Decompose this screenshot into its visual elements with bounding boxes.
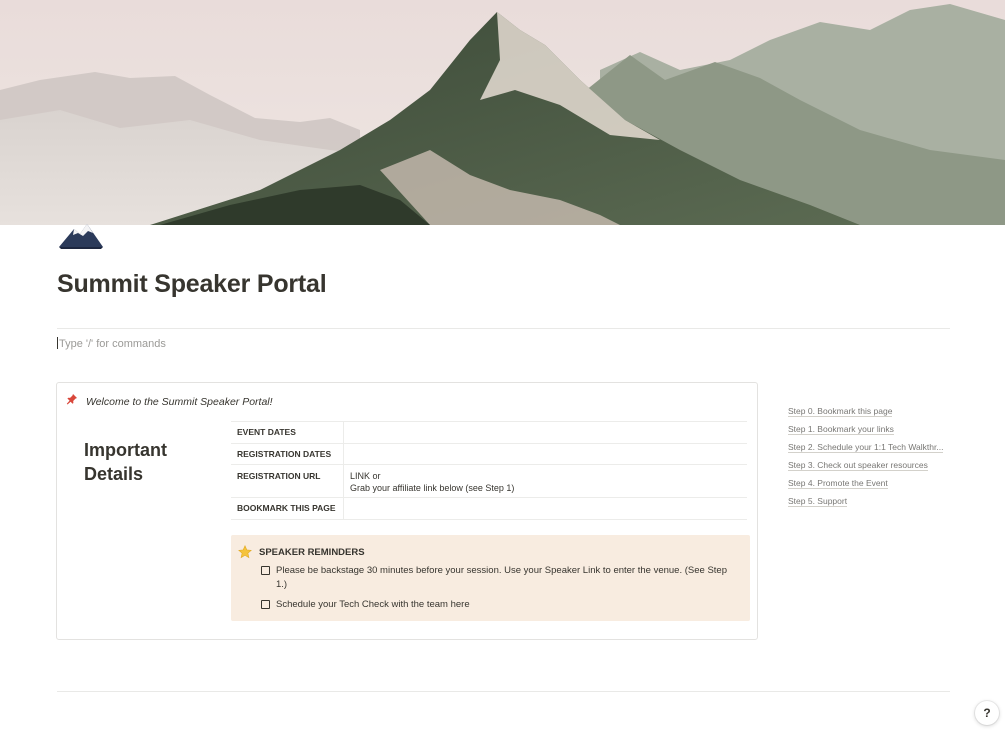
todo-label[interactable]: Schedule your Tech Check with the team h…	[276, 598, 736, 612]
toc-label: Step 1. Bookmark your links	[788, 424, 894, 435]
toc-item-step-1[interactable]: Step 1. Bookmark your links	[788, 423, 958, 441]
table-value[interactable]	[343, 443, 747, 465]
toc-item-step-3[interactable]: Step 3. Check out speaker resources	[788, 459, 958, 477]
table-value[interactable]	[343, 497, 747, 520]
welcome-callout[interactable]: Welcome to the Summit Speaker Portal! Im…	[56, 382, 758, 640]
todo-label[interactable]: Please be backstage 30 minutes before yo…	[276, 564, 736, 592]
table-row[interactable]: BOOKMARK THIS PAGE	[231, 497, 747, 520]
table-row[interactable]: EVENT DATES	[231, 421, 747, 444]
cover-image	[0, 0, 1005, 225]
important-details-heading[interactable]: Important Details	[84, 438, 204, 486]
affiliate-link-note: Grab your affiliate link below (see Step…	[350, 483, 515, 493]
star-icon	[238, 545, 252, 562]
page-title[interactable]: Summit Speaker Portal	[57, 270, 327, 299]
divider	[57, 691, 950, 692]
todo-item[interactable]: Please be backstage 30 minutes before yo…	[261, 564, 736, 592]
table-of-contents: Step 0. Bookmark this page Step 1. Bookm…	[788, 405, 958, 513]
table-key: BOOKMARK THIS PAGE	[231, 497, 344, 520]
todo-item[interactable]: Schedule your Tech Check with the team h…	[261, 598, 736, 612]
placeholder-text: Type '/' for commands	[59, 338, 166, 350]
toc-item-step-0[interactable]: Step 0. Bookmark this page	[788, 405, 958, 423]
table-value[interactable]	[343, 421, 747, 444]
divider	[57, 328, 950, 329]
toc-label: Step 0. Bookmark this page	[788, 406, 893, 417]
checkbox[interactable]	[261, 600, 270, 609]
command-placeholder[interactable]: Type '/' for commands	[57, 337, 166, 350]
welcome-text: Welcome to the Summit Speaker Portal!	[86, 396, 273, 408]
table-key: EVENT DATES	[231, 421, 344, 444]
details-table: EVENT DATES REGISTRATION DATES REGISTRAT…	[231, 421, 747, 520]
table-value[interactable]: LINK or Grab your affiliate link below (…	[343, 464, 747, 498]
toc-label: Step 2. Schedule your 1:1 Tech Walkthr..…	[788, 442, 944, 453]
pushpin-icon	[66, 393, 82, 408]
toc-label: Step 3. Check out speaker resources	[788, 460, 928, 471]
toc-label: Step 4. Promote the Event	[788, 478, 888, 489]
toc-item-step-2[interactable]: Step 2. Schedule your 1:1 Tech Walkthr..…	[788, 441, 958, 459]
welcome-line: Welcome to the Summit Speaker Portal!	[66, 393, 273, 408]
reminders-title: SPEAKER REMINDERS	[259, 547, 365, 558]
mountain-cover-image	[0, 0, 1005, 225]
table-key: REGISTRATION DATES	[231, 443, 344, 465]
speaker-reminders-callout[interactable]: SPEAKER REMINDERS Please be backstage 30…	[231, 535, 750, 621]
registration-link-text[interactable]: LINK or	[350, 470, 741, 482]
toc-item-step-4[interactable]: Step 4. Promote the Event	[788, 477, 958, 495]
table-row[interactable]: REGISTRATION DATES	[231, 443, 747, 465]
table-row[interactable]: REGISTRATION URL LINK or Grab your affil…	[231, 464, 747, 498]
toc-item-step-5[interactable]: Step 5. Support	[788, 495, 958, 513]
toc-label: Step 5. Support	[788, 496, 848, 507]
checkbox[interactable]	[261, 566, 270, 575]
help-button[interactable]: ?	[975, 701, 999, 725]
table-key: REGISTRATION URL	[231, 464, 344, 498]
mountain-icon[interactable]	[57, 214, 105, 254]
text-caret	[57, 337, 58, 349]
